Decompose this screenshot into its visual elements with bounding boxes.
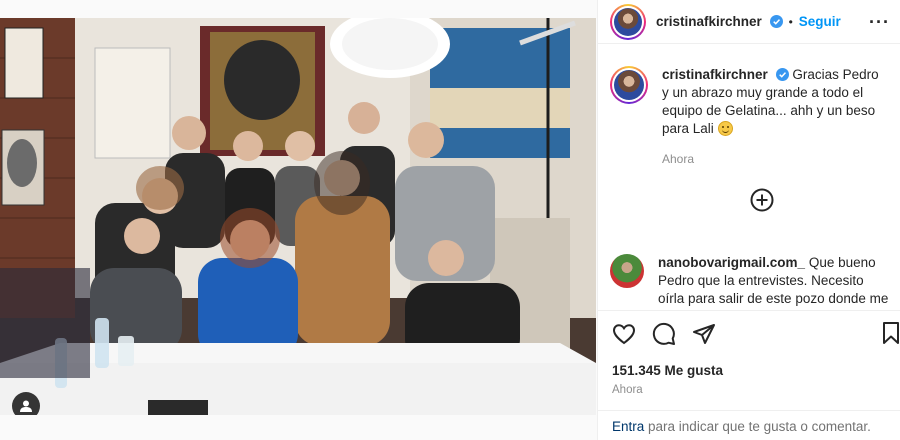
post-photo[interactable] — [0, 18, 596, 415]
post-timestamp: Ahora — [612, 384, 643, 396]
follow-button[interactable]: Seguir — [799, 14, 841, 29]
save-bookmark-icon[interactable] — [879, 321, 900, 345]
post-actions: 151.345 Me gusta Ahora — [598, 310, 900, 396]
commenter-avatar[interactable] — [610, 254, 644, 288]
author-avatar[interactable] — [610, 3, 646, 40]
load-more-comments-icon[interactable] — [750, 188, 774, 212]
post-sidebar: cristinafkirchner • Seguir ··· cristinaf… — [597, 0, 900, 440]
author-username[interactable]: cristinafkirchner — [656, 14, 783, 29]
login-prompt-text: para indicar que te gusta o comentar. — [644, 419, 871, 434]
more-options-icon[interactable]: ··· — [869, 12, 890, 33]
like-heart-icon[interactable] — [612, 322, 636, 346]
comment-item: nanobovarigmail.com_ Que bueno Pedro que… — [598, 242, 900, 310]
share-paper-plane-icon[interactable] — [692, 322, 716, 346]
login-link[interactable]: Entra — [612, 419, 644, 434]
author-username-text[interactable]: cristinafkirchner — [656, 14, 762, 29]
comment-body: nanobovarigmail.com_ Que bueno Pedro que… — [658, 254, 889, 310]
separator-dot: • — [788, 14, 793, 29]
caption-avatar[interactable] — [610, 66, 648, 104]
caption: cristinafkirchner Gracias Pedro y un abr… — [598, 54, 900, 168]
login-prompt: Entra para indicar que te gusta o coment… — [598, 410, 900, 440]
post-header: cristinafkirchner • Seguir ··· — [598, 0, 900, 44]
tagged-users-button[interactable] — [12, 392, 40, 415]
action-icons — [612, 321, 900, 347]
comment-bubble-icon[interactable] — [652, 322, 676, 346]
comment-username[interactable]: nanobovarigmail.com_ — [658, 255, 805, 270]
caption-time: Ahora — [662, 152, 695, 166]
user-silhouette-icon — [20, 400, 32, 412]
likes-count[interactable]: 151.345 Me gusta — [612, 363, 900, 378]
verified-badge-icon — [775, 68, 789, 81]
caption-body: cristinafkirchner Gracias Pedro y un abr… — [662, 66, 889, 168]
comments-section: cristinafkirchner Gracias Pedro y un abr… — [598, 54, 900, 310]
caption-username[interactable]: cristinafkirchner — [662, 67, 768, 82]
verified-badge-icon — [769, 15, 783, 28]
post-photo-illustration — [0, 18, 596, 415]
smiling-face-emoji-icon — [717, 121, 733, 136]
